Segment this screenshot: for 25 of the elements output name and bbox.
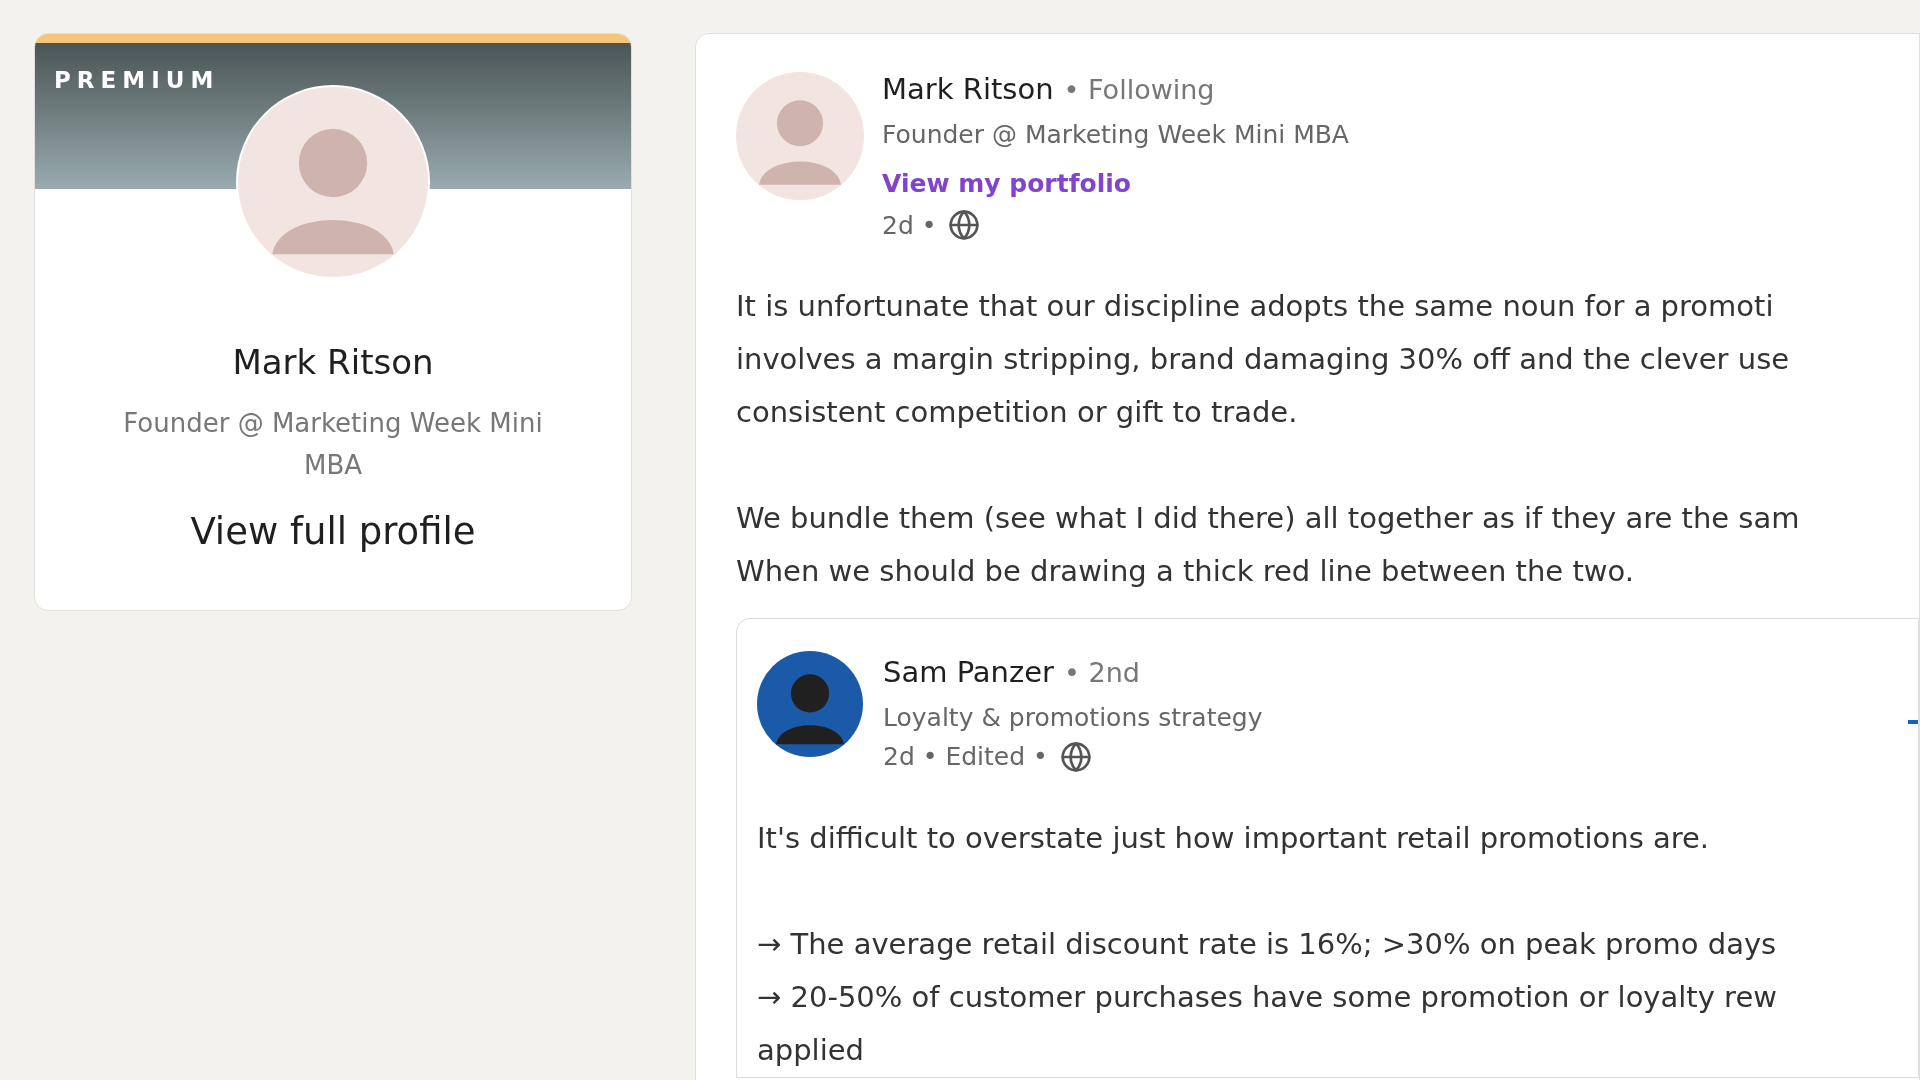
portfolio-link[interactable]: View my portfolio [882,165,1349,203]
post-text-line: applied [757,1031,865,1069]
post-text-line: → 20-50% of customer purchases have some promotion or loyalty rew [757,978,1778,1016]
connection-degree: • 2nd [1064,656,1140,690]
follow-status: • Following [1063,73,1215,107]
author-name[interactable]: Sam Panzer [883,651,1054,695]
post-time: 2d • [882,209,937,242]
avatar[interactable] [757,651,863,757]
post-text-line: It is unfortunate that our discipline adopts the same noun for a promoti [736,288,1775,325]
profile-headline: Founder @ Marketing Week Mini MBA [122,407,544,482]
post-text-line: We bundle them (see what I did there) all together as if they are the sam [736,500,1801,537]
author-headline: Loyalty & promotions strategy [883,701,1263,734]
post-text-line: involves a margin stripping, brand damaging 30% off and the clever use [736,341,1791,378]
post-text-line: consistent competition or gift to trade. [736,394,1299,431]
view-profile-link[interactable]: View full profile [190,504,476,560]
premium-label: PREMIUM [54,66,220,95]
author-name[interactable]: Mark Ritson [882,68,1054,112]
post-text-line: It's difficult to overstate just how important retail promotions are. [757,819,1711,857]
post-time: 2d • Edited • [883,741,1048,773]
profile-name: Mark Ritson [232,341,434,384]
globe-icon [1059,740,1092,773]
author-headline: Founder @ Marketing Week Mini MBA [882,118,1349,151]
post-text-line: → The average retail discount rate is 16%; >30% on peak promo days [757,925,1778,963]
post-text-line: When we should be drawing a thick red line between the two. [736,553,1635,590]
globe-icon [948,209,981,242]
